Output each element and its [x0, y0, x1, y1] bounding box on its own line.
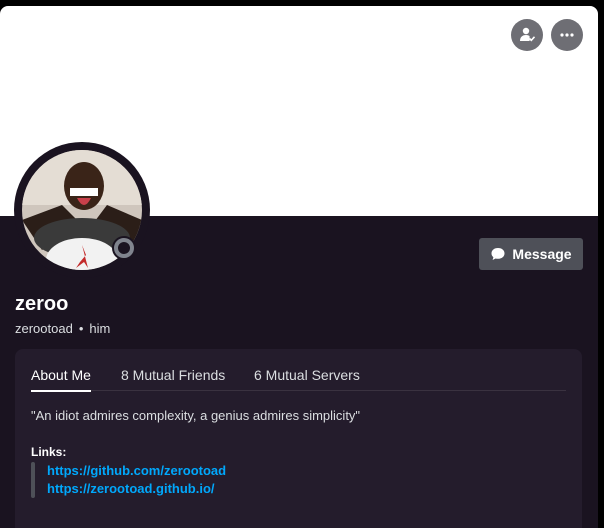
message-button[interactable]: Message: [479, 238, 583, 270]
profile-details-panel: About Me 8 Mutual Friends 6 Mutual Serve…: [15, 349, 582, 528]
message-button-label: Message: [512, 246, 572, 262]
tab-about-me[interactable]: About Me: [31, 367, 91, 392]
display-name: zeroo: [15, 293, 69, 315]
more-icon: [560, 33, 574, 37]
avatar-frame: [14, 142, 150, 278]
website-link[interactable]: https://zerootoad.github.io/: [47, 481, 215, 496]
friend-request-icon: [520, 27, 536, 42]
separator-dot: •: [78, 321, 84, 336]
username-line: zerootoad • him: [15, 321, 110, 336]
links-heading: Links:: [31, 445, 67, 459]
offline-status-icon: [114, 238, 134, 258]
github-link[interactable]: https://github.com/zerootoad: [47, 463, 226, 478]
status-indicator: [112, 236, 136, 260]
tab-mutual-servers[interactable]: 6 Mutual Servers: [254, 367, 360, 390]
chat-bubble-icon: [491, 248, 505, 260]
blockquote-bar: [31, 462, 35, 498]
profile-popout: Message zeroo zerootoad • him About Me 8 M…: [0, 6, 598, 528]
profile-tabs: About Me 8 Mutual Friends 6 Mutual Serve…: [31, 349, 566, 392]
about-me-text: "An idiot admires complexity, a genius a…: [31, 408, 361, 423]
username[interactable]: zerootoad: [15, 321, 73, 336]
tab-mutual-friends[interactable]: 8 Mutual Friends: [121, 367, 225, 390]
more-options-button[interactable]: [551, 19, 583, 51]
pronouns: him: [89, 321, 111, 336]
add-friend-button[interactable]: [511, 19, 543, 51]
